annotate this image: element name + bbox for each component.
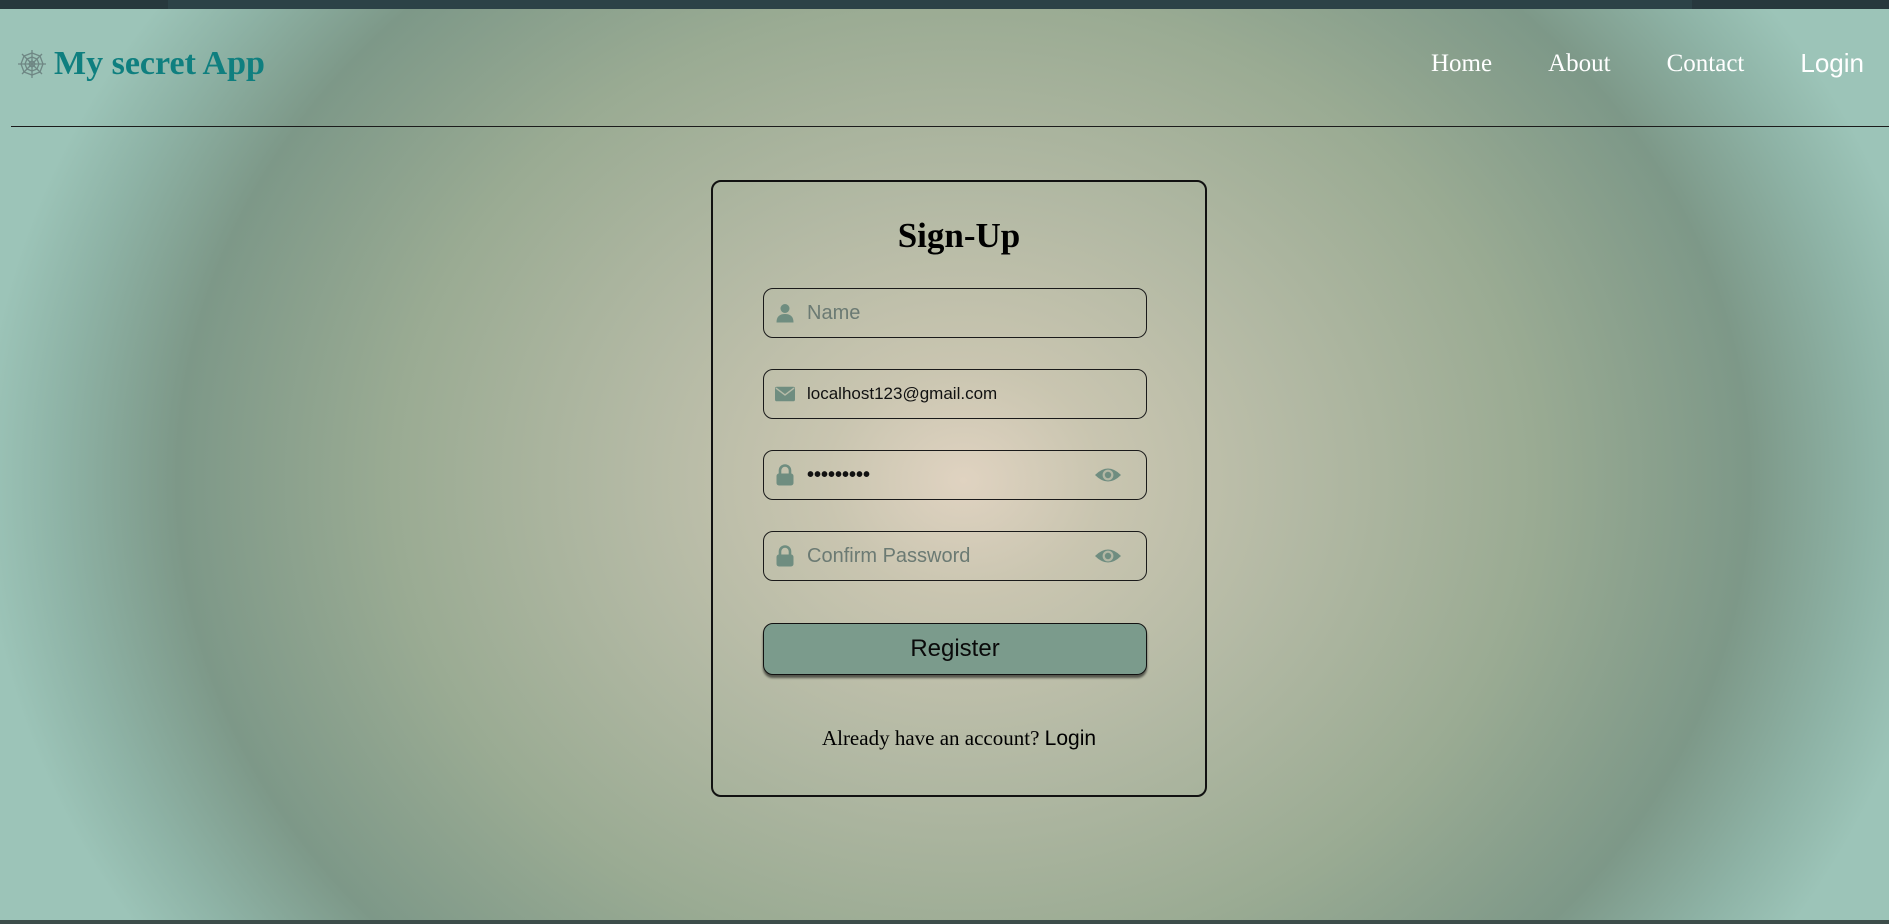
nav-login-link[interactable]: Login — [1800, 50, 1864, 76]
eye-icon[interactable] — [1094, 465, 1122, 485]
main-nav: Home About Contact Login — [1431, 50, 1864, 76]
envelope-icon — [775, 386, 795, 402]
user-icon — [775, 303, 795, 323]
signin-prompt-text: Already have an account? — [821, 726, 1040, 750]
brand-title: My secret App — [54, 45, 265, 82]
signin-prompt-row: Already have an account? Login — [713, 726, 1205, 751]
password-input[interactable] — [807, 460, 1094, 490]
signup-card: Sign-Up Name localhost123@gmail.com ••••… — [711, 180, 1207, 797]
nav-contact-link[interactable]: Contact — [1667, 51, 1745, 76]
confirm-password-input[interactable] — [807, 541, 1094, 571]
lock-icon — [775, 545, 795, 567]
header-divider — [11, 126, 1889, 127]
top-window-strip-inner — [168, 0, 1692, 9]
nav-home-link[interactable]: Home — [1431, 51, 1492, 76]
brand[interactable]: My secret App — [16, 47, 265, 81]
top-window-strip — [0, 0, 1889, 9]
bottom-edge — [0, 920, 1889, 924]
email-field — [763, 369, 1147, 419]
name-input[interactable] — [807, 298, 1146, 328]
signin-login-link[interactable]: Login — [1045, 727, 1096, 750]
register-button[interactable]: Register — [763, 623, 1147, 675]
nav-about-link[interactable]: About — [1548, 51, 1611, 76]
confirm-password-field — [763, 531, 1147, 581]
site-header: My secret App Home About Contact Login — [0, 9, 1889, 127]
password-field — [763, 450, 1147, 500]
spider-web-icon — [16, 48, 48, 80]
lock-icon — [775, 464, 795, 486]
eye-icon[interactable] — [1094, 546, 1122, 566]
signup-title: Sign-Up — [897, 216, 1021, 255]
email-input[interactable] — [807, 379, 1146, 409]
name-field — [763, 288, 1147, 338]
